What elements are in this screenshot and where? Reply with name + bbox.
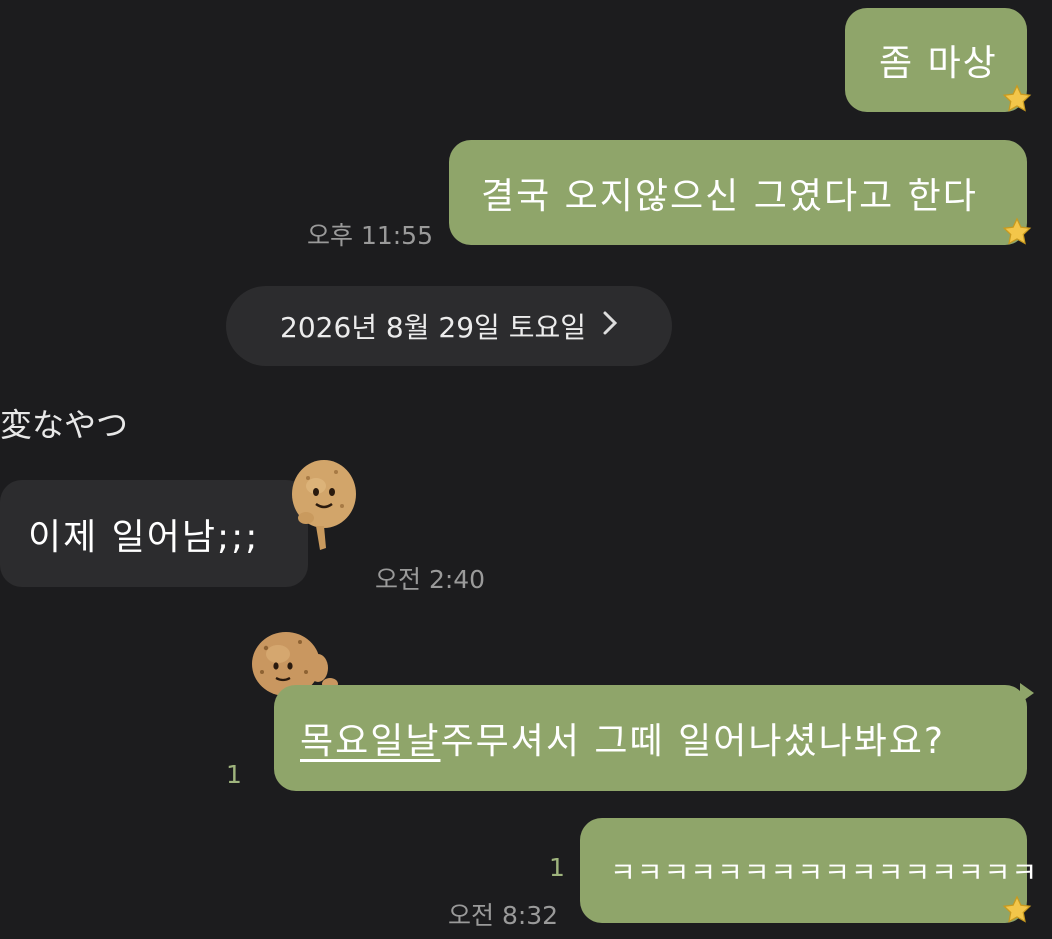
star-icon[interactable]	[1002, 217, 1032, 247]
message-text: 이제 일어남;;;	[28, 516, 260, 558]
message-time: 오후 11:55	[307, 221, 433, 250]
sender-name[interactable]: 変なやつ	[0, 400, 128, 446]
message-bubble-outgoing[interactable]: 좀 마상	[845, 8, 1027, 112]
unread-count: 1	[549, 853, 565, 882]
message-bubble-outgoing[interactable]: 목요일날 주무셔서 그떼 일어나셨나봐요?	[274, 685, 1027, 791]
message-time: 오전 2:40	[375, 565, 486, 594]
message-text: 결국 오지않으신 그였다고 한다	[481, 175, 978, 217]
message-time: 오전 8:32	[448, 901, 559, 930]
date-divider-label: 2026년 8월 29일 토요일	[280, 311, 586, 344]
message-text: ㅋㅋㅋㅋㅋㅋㅋㅋㅋㅋㅋㅋㅋㅋㅋㅋ	[610, 855, 1039, 889]
message-bubble-outgoing[interactable]: ㅋㅋㅋㅋㅋㅋㅋㅋㅋㅋㅋㅋㅋㅋㅋㅋ	[580, 818, 1037, 923]
chevron-right-icon	[602, 309, 618, 344]
date-divider[interactable]: 2026년 8월 29일 토요일	[226, 286, 672, 366]
bubble-tail	[1020, 683, 1034, 703]
underlined-text: 목요일날	[300, 721, 441, 762]
message-bubble-outgoing[interactable]: 결국 오지않으신 그였다고 한다	[449, 140, 1027, 245]
potato-character-sticker	[292, 460, 356, 550]
message-bubble-incoming[interactable]: 이제 일어남;;;	[0, 480, 308, 587]
star-icon[interactable]	[1002, 895, 1032, 925]
star-icon[interactable]	[1002, 84, 1032, 114]
message-text: 좀 마상	[879, 43, 998, 84]
message-text: 주무셔서 그떼 일어나셨나봐요?	[440, 721, 946, 762]
unread-count: 1	[226, 760, 242, 789]
